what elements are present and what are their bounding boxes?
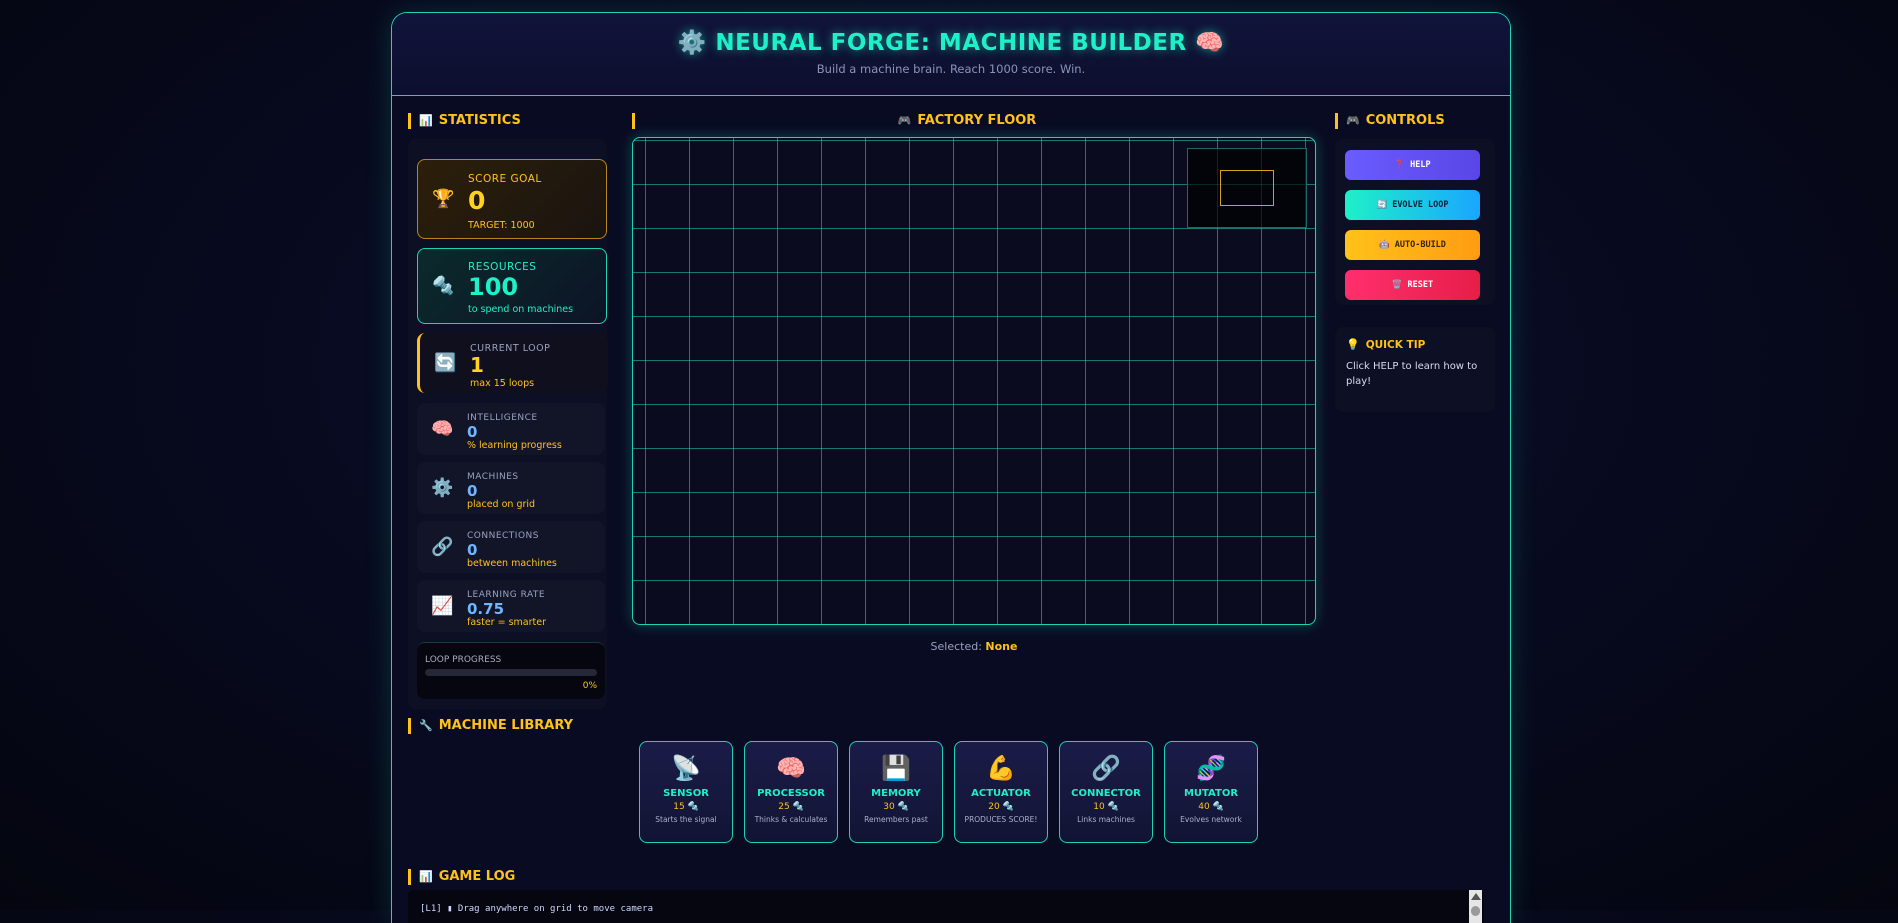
machines-sub: placed on grid bbox=[467, 499, 536, 510]
resources-value: 100 bbox=[468, 273, 519, 301]
quick-tip-text: Click HELP to learn how to play! bbox=[1346, 361, 1478, 387]
loop-sub: max 15 loops bbox=[470, 378, 535, 389]
intelligence-card: 🧠 INTELLIGENCE 0 % learning progress bbox=[417, 403, 605, 455]
quick-tip: 💡 QUICK TIP Click HELP to learn how to pl… bbox=[1335, 327, 1495, 412]
trend-chart-icon: 📈 bbox=[431, 595, 454, 617]
score-goal-card: 🏆 SCORE GOAL 0 TARGET: 1000 bbox=[417, 159, 607, 239]
selected-value: None bbox=[985, 640, 1018, 653]
bar-chart-icon: 📊 bbox=[419, 870, 433, 883]
resources-sub: to spend on machines bbox=[468, 304, 574, 315]
muscle-arm-icon: 💪 bbox=[986, 754, 1016, 782]
connections-label: CONNECTIONS bbox=[467, 531, 539, 541]
brain-icon: 🧠 bbox=[776, 754, 806, 782]
score-goal-label: SCORE GOAL bbox=[468, 173, 542, 185]
brain-icon: 🧠 bbox=[431, 418, 454, 440]
statistics-heading: 📊 STATISTICS bbox=[408, 113, 521, 129]
log-scroll-thumb[interactable] bbox=[1471, 906, 1480, 916]
loop-progress-percent: 0% bbox=[582, 681, 597, 691]
intelligence-sub: % learning progress bbox=[467, 440, 562, 451]
resources-card: 🔩 RESOURCES 100 to spend on machines bbox=[417, 248, 607, 324]
dna-icon: 🧬 bbox=[1196, 754, 1226, 782]
learning-rate-sub: faster = smarter bbox=[467, 617, 546, 628]
link-icon: 🔗 bbox=[1091, 754, 1121, 782]
intelligence-label: INTELLIGENCE bbox=[467, 413, 538, 423]
score-value: 0 bbox=[468, 186, 486, 215]
statistics-panel: 🏆 SCORE GOAL 0 TARGET: 1000 🔩 RESOURCES … bbox=[408, 139, 608, 709]
connections-sub: between machines bbox=[467, 558, 557, 569]
game-log-heading: 📊 GAME LOG bbox=[408, 869, 515, 885]
intelligence-value: 0 bbox=[467, 423, 478, 441]
machine-card-processor[interactable]: 🧠 PROCESSOR 25 🔩 Thinks & calculates bbox=[744, 741, 838, 843]
controls-heading: 🎮 CONTROLS bbox=[1335, 113, 1445, 129]
loop-progress: LOOP PROGRESS 0% bbox=[417, 642, 605, 699]
game-subtitle: Build a machine brain. Reach 1000 score.… bbox=[816, 62, 1086, 76]
machine-card-actuator[interactable]: 💪 ACTUATOR 20 🔩 PRODUCES SCORE! bbox=[954, 741, 1048, 843]
help-button[interactable]: ❓ HELP bbox=[1345, 150, 1480, 180]
game-title: ⚙️ NEURAL FORGE: MACHINE BUILDER 🧠 bbox=[677, 30, 1225, 56]
satellite-icon: 📡 bbox=[671, 754, 701, 782]
machines-label: MACHINES bbox=[467, 472, 519, 482]
minimap[interactable] bbox=[1187, 148, 1307, 228]
gear-icon: ⚙️ bbox=[431, 477, 454, 499]
bolt-icon: 🔩 bbox=[432, 275, 455, 297]
gamepad-icon: 🎮 bbox=[1346, 114, 1360, 127]
quick-tip-title: 💡 QUICK TIP bbox=[1346, 338, 1426, 351]
reset-button[interactable]: 🗑️ RESET bbox=[1345, 270, 1480, 300]
gamepad-icon: 🎮 bbox=[897, 114, 912, 127]
game-log: [L1] ▮ Drag anywhere on grid to move cam… bbox=[408, 890, 1484, 923]
resources-label: RESOURCES bbox=[468, 261, 537, 273]
learning-rate-label: LEARNING RATE bbox=[467, 590, 546, 600]
header: ⚙️ NEURAL FORGE: MACHINE BUILDER 🧠 Build… bbox=[392, 13, 1510, 96]
machine-card-mutator[interactable]: 🧬 MUTATOR 40 🔩 Evolves network bbox=[1164, 741, 1258, 843]
minimap-viewport[interactable] bbox=[1220, 170, 1274, 206]
factory-floor-heading: 🎮 FACTORY FLOOR bbox=[632, 113, 1299, 129]
loop-value: 1 bbox=[470, 353, 484, 377]
game-window: ⚙️ NEURAL FORGE: MACHINE BUILDER 🧠 Build… bbox=[391, 12, 1511, 923]
connections-card: 🔗 CONNECTIONS 0 between machines bbox=[417, 521, 605, 573]
score-target: TARGET: 1000 bbox=[468, 220, 535, 231]
machine-card-memory[interactable]: 💾 MEMORY 30 🔩 Remembers past bbox=[849, 741, 943, 843]
machine-library-heading: 🔧 MACHINE LIBRARY bbox=[408, 718, 573, 734]
loop-progress-label: LOOP PROGRESS bbox=[425, 655, 502, 665]
lightbulb-icon: 💡 bbox=[1346, 338, 1360, 351]
wrench-icon: 🔧 bbox=[419, 719, 433, 732]
learning-rate-card: 📈 LEARNING RATE 0.75 faster = smarter bbox=[417, 580, 605, 632]
current-loop-card: 🔄 CURRENT LOOP 1 max 15 loops bbox=[417, 333, 608, 393]
link-icon: 🔗 bbox=[431, 536, 454, 558]
trophy-icon: 🏆 bbox=[432, 188, 455, 210]
log-scrollbar[interactable] bbox=[1469, 890, 1482, 923]
controls-panel: ❓ HELP 🔄 EVOLVE LOOP 🤖 AUTO-BUILD 🗑️ RES… bbox=[1335, 139, 1495, 305]
factory-grid[interactable] bbox=[632, 137, 1316, 625]
bar-chart-icon: 📊 bbox=[419, 114, 433, 127]
log-entry: [L1] ▮ Drag anywhere on grid to move cam… bbox=[420, 904, 653, 914]
auto-build-button[interactable]: 🤖 AUTO-BUILD bbox=[1345, 230, 1480, 260]
selected-machine: Selected: None bbox=[930, 640, 1018, 653]
machines-card: ⚙️ MACHINES 0 placed on grid bbox=[417, 462, 605, 514]
scroll-up-arrow-icon[interactable] bbox=[1471, 893, 1481, 900]
learning-rate-value: 0.75 bbox=[467, 600, 505, 618]
connections-value: 0 bbox=[467, 541, 478, 559]
machine-card-connector[interactable]: 🔗 CONNECTOR 10 🔩 Links machines bbox=[1059, 741, 1153, 843]
floppy-disk-icon: 💾 bbox=[881, 754, 911, 782]
machines-value: 0 bbox=[467, 482, 478, 500]
machine-card-sensor[interactable]: 📡 SENSOR 15 🔩 Starts the signal bbox=[639, 741, 733, 843]
loop-icon: 🔄 bbox=[434, 352, 457, 374]
loop-progress-track bbox=[425, 669, 597, 676]
evolve-loop-button[interactable]: 🔄 EVOLVE LOOP bbox=[1345, 190, 1480, 220]
